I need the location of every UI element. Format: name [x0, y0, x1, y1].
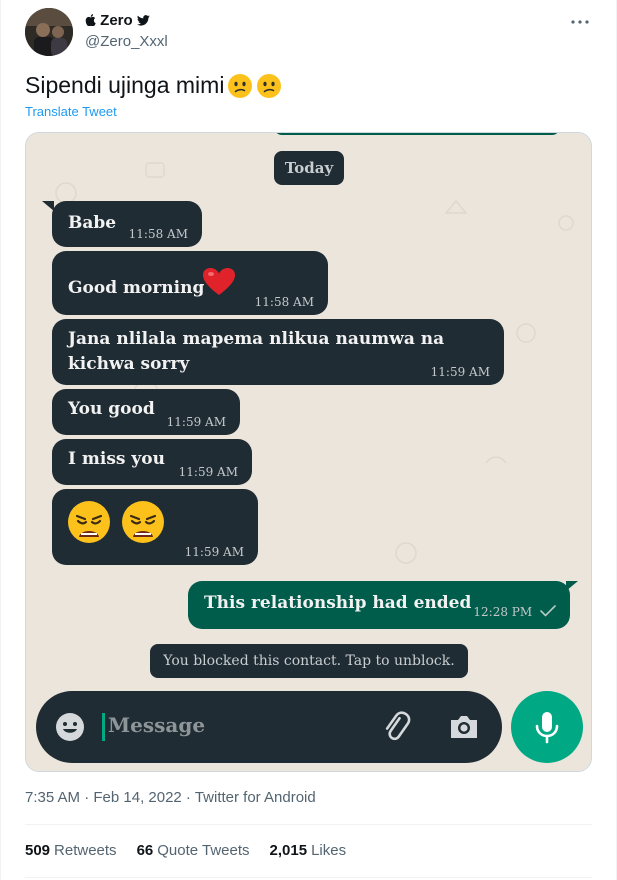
message-time-text: 12:28 PM	[473, 605, 533, 619]
message-text: You good	[68, 399, 155, 419]
message-bubble-incoming[interactable]: 11:59 AM	[52, 489, 258, 565]
message-bubble-incoming[interactable]: Jana nlilala mapema nlikua naumwa na kic…	[52, 319, 504, 385]
message-time: 11:59 AM	[166, 415, 226, 429]
message-bubble-incoming[interactable]: You good 11:59 AM	[52, 389, 240, 435]
likes-label: Likes	[311, 842, 347, 859]
tweet-stats: 509 Retweets 66 Quote Tweets 2,015 Likes	[25, 842, 346, 859]
likes-stat[interactable]: 2,015 Likes	[270, 842, 347, 859]
quote-tweets-label: Quote Tweets	[157, 842, 250, 859]
date-divider: Today	[274, 151, 344, 185]
tweet: Zero @Zero_Xxxl Sipendi ujinga mimi Tran…	[0, 0, 617, 880]
avatar[interactable]	[25, 8, 73, 56]
tweet-timestamp[interactable]: 7:35 AM · Feb 14, 2022 · Twitter for And…	[25, 789, 316, 806]
message-line-2: kichwa sorry	[68, 354, 190, 374]
message-time: 12:28 PM	[473, 605, 556, 619]
camera-button[interactable]	[446, 709, 482, 745]
message-line-1: Jana nlilala mapema nlikua naumwa na	[68, 329, 445, 349]
confused-face-icon	[257, 73, 282, 98]
twitter-bird-icon	[136, 15, 150, 26]
mic-icon	[535, 712, 559, 744]
message-time: 11:58 AM	[128, 227, 188, 241]
message-text: Jana nlilala mapema nlikua naumwa na kic…	[68, 327, 444, 377]
user-name-text: Zero	[100, 12, 133, 29]
message-text: This relationship had ended	[204, 593, 472, 613]
confused-face-icon	[228, 73, 253, 98]
message-bubble-incoming[interactable]: I miss you 11:59 AM	[52, 439, 252, 485]
message-text: Babe	[68, 213, 117, 233]
message-time: 11:59 AM	[184, 545, 244, 559]
voice-record-button[interactable]	[511, 691, 583, 763]
more-icon	[571, 20, 589, 24]
weary-face-icon	[68, 501, 110, 543]
tweet-text: Sipendi ujinga mimi	[25, 72, 282, 99]
message-time: 11:58 AM	[254, 295, 314, 309]
more-options-button[interactable]	[566, 8, 594, 36]
apple-icon	[85, 14, 96, 27]
user-handle[interactable]: @Zero_Xxxl	[85, 33, 168, 50]
retweets-stat[interactable]: 509 Retweets	[25, 842, 117, 859]
message-time: 11:59 AM	[178, 465, 238, 479]
message-emoji	[66, 499, 166, 553]
message-bubble-incoming[interactable]: Good morning 11:58 AM	[52, 251, 328, 315]
weary-face-icon	[121, 501, 164, 543]
likes-count: 2,015	[269, 842, 308, 859]
message-time: 11:59 AM	[430, 365, 490, 379]
quote-tweets-stat[interactable]: 66 Quote Tweets	[137, 842, 250, 859]
message-bubble-outgoing[interactable]: This relationship had ended 12:28 PM	[188, 581, 570, 629]
emoji-button[interactable]	[52, 709, 88, 745]
text-cursor	[102, 713, 105, 741]
emoji-icon	[56, 713, 84, 741]
paperclip-icon	[385, 711, 411, 741]
date-divider-label: Today	[284, 159, 334, 177]
message-text: Good morning	[68, 267, 236, 301]
retweets-label: Retweets	[54, 842, 117, 859]
quote-tweets-count: 66	[136, 842, 154, 859]
tweet-text-content: Sipendi ujinga mimi	[25, 72, 225, 98]
user-display-name[interactable]: Zero	[85, 12, 150, 29]
message-composer[interactable]: Message	[36, 691, 502, 763]
message-bubble-incoming[interactable]: Babe 11:58 AM	[52, 201, 202, 247]
retweets-count: 509	[25, 842, 51, 859]
message-text: I miss you	[68, 449, 165, 469]
message-text-content: Good morning	[68, 278, 205, 298]
tweet-media-image[interactable]: Today Babe 11:58 AM Good morning 11:58 A…	[25, 132, 592, 772]
divider	[25, 877, 592, 878]
translate-tweet-link[interactable]: Translate Tweet	[25, 104, 117, 119]
divider	[25, 824, 592, 825]
blocked-contact-notice[interactable]: You blocked this contact. Tap to unblock…	[150, 644, 468, 678]
check-icon	[540, 605, 556, 617]
heart-icon	[203, 268, 236, 295]
camera-icon	[451, 716, 477, 738]
message-input[interactable]: Message	[108, 713, 205, 737]
blocked-contact-notice-text: You blocked this contact. Tap to unblock…	[163, 653, 455, 669]
attach-button[interactable]	[378, 709, 414, 745]
